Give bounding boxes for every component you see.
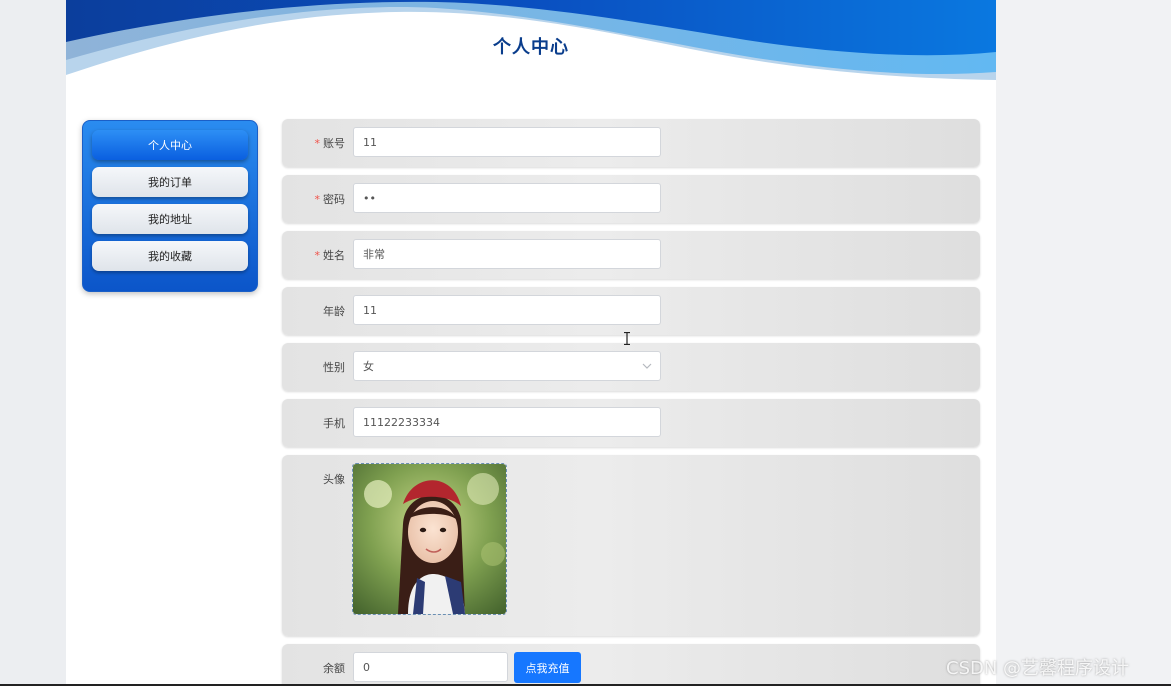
phone-input[interactable]: 11122233334 [353,407,661,437]
sidebar-menu: 个人中心 我的订单 我的地址 我的收藏 [82,120,258,292]
sidebar-item-my-favorites[interactable]: 我的收藏 [92,241,248,271]
chevron-down-icon [642,363,652,369]
balance-label-wrap: 余额 [282,644,345,686]
password-label: 密码 [323,193,345,206]
form-row-gender: 性别 女 [282,343,980,391]
watermark-text: CSDN @艺馨程序设计 [946,658,1130,679]
text-cursor-icon [624,332,630,345]
sidebar-item-my-addresses[interactable]: 我的地址 [92,204,248,234]
recharge-button[interactable]: 点我充值 [514,652,581,683]
name-label-wrap: * 姓名 [282,231,346,279]
form-row-password: * 密码 •• [282,175,980,223]
form-row-phone: 手机 11122233334 [282,399,980,447]
avatar-upload[interactable] [352,463,507,615]
avatar-label-wrap: 头像 [282,455,345,503]
account-label: 账号 [323,137,345,150]
age-label: 年龄 [323,305,345,318]
page-background-left [0,0,66,686]
form-row-age: 年龄 11 [282,287,980,335]
gender-selected-value: 女 [363,360,374,373]
gender-label: 性别 [323,361,345,374]
sidebar-item-personal-center[interactable]: 个人中心 [92,130,248,160]
avatar-image [353,464,506,614]
account-input[interactable]: 11 [353,127,661,157]
balance-label: 余额 [323,662,345,675]
age-label-wrap: 年龄 [282,287,345,335]
form-row-balance: 余额 0 点我充值 [282,644,980,686]
password-input[interactable]: •• [353,183,661,213]
balance-input[interactable]: 0 [353,652,508,682]
required-marker: * [314,248,321,262]
name-input[interactable]: 非常 [353,239,661,269]
page-title: 个人中心 [493,37,569,58]
password-label-wrap: * 密码 [282,175,346,223]
main-container: 个人中心 个人中心 我的订单 我的地址 我的收藏 * 账号 11 * 密码 ••… [66,0,996,686]
required-marker: * [314,136,321,150]
form-row-avatar: 头像 [282,455,980,636]
page-background-right [996,0,1171,686]
gender-select[interactable]: 女 [353,351,661,381]
phone-label-wrap: 手机 [282,399,345,447]
form-row-name: * 姓名 非常 [282,231,980,279]
gender-label-wrap: 性别 [282,343,345,391]
avatar-label: 头像 [323,473,345,486]
account-label-wrap: * 账号 [282,119,346,167]
form-row-account: * 账号 11 [282,119,980,167]
required-marker: * [314,192,321,206]
age-input[interactable]: 11 [353,295,661,325]
phone-label: 手机 [323,417,345,430]
name-label: 姓名 [323,249,345,262]
sidebar-item-my-orders[interactable]: 我的订单 [92,167,248,197]
